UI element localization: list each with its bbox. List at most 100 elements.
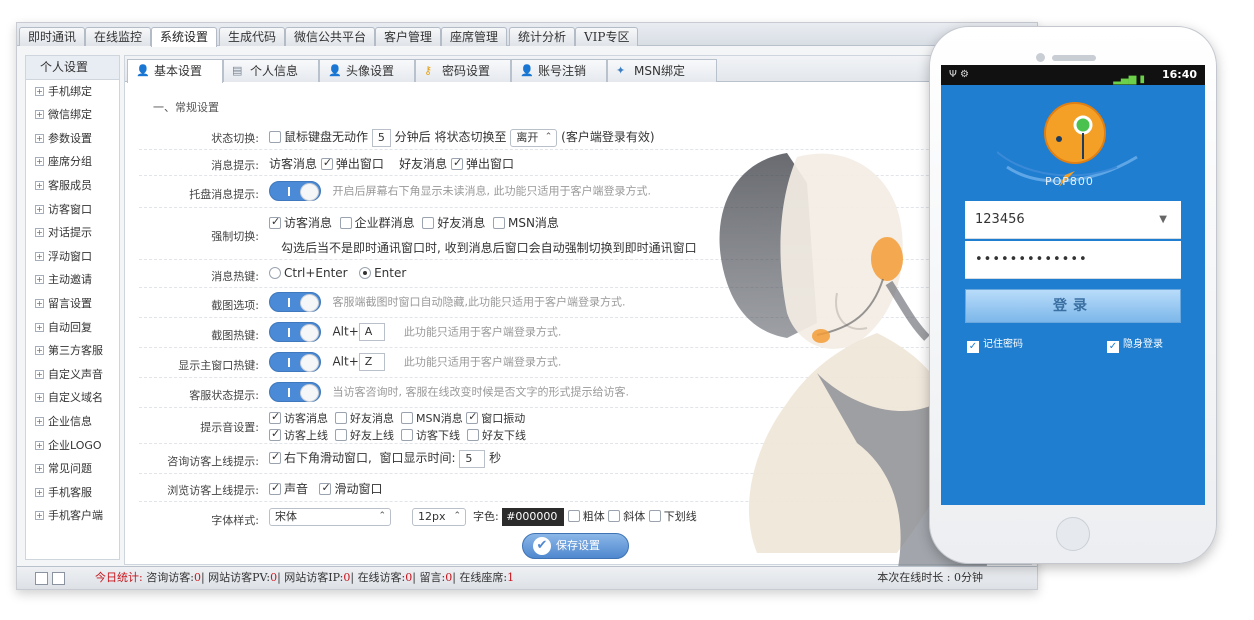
tray-toggle[interactable] <box>269 181 321 201</box>
tab-customers[interactable]: 客户管理 <box>375 27 442 46</box>
sidebar-item[interactable]: + 手机客户端 <box>26 504 119 528</box>
sidebar-item-personal[interactable]: 个人设置 <box>26 56 119 80</box>
desktop-window: 即时通讯 在线监控 系统设置 生成代码 微信公共平台 客户管理 座席管理 统计分… <box>16 22 1038 590</box>
value: 开启后屏幕右下角显示未读消息, 此功能只适用于客户端登录方式. <box>269 181 651 201</box>
visitor-popup-checkbox[interactable] <box>320 156 333 170</box>
sound-shake-checkbox[interactable] <box>466 410 479 424</box>
italic-checkbox[interactable] <box>608 510 621 522</box>
remember-password-option[interactable]: ✓ 记住密码 <box>967 335 1023 353</box>
force-friend-checkbox[interactable] <box>422 217 435 229</box>
friend-popup-checkbox[interactable] <box>450 156 463 170</box>
tab-wechat[interactable]: 微信公共平台 <box>285 27 376 46</box>
display-seconds-input[interactable]: 5 <box>459 449 486 468</box>
screenshot-toggle[interactable] <box>269 292 321 312</box>
sidebar-item[interactable]: + 企业信息 <box>26 410 119 434</box>
sidebar-item[interactable]: + 浮动窗口 <box>26 245 119 269</box>
enter-radio[interactable] <box>359 267 372 279</box>
font-family-select[interactable]: 宋体 <box>269 508 391 526</box>
force-visitor-checkbox[interactable] <box>269 215 281 229</box>
screenshot-key-toggle[interactable] <box>269 322 321 342</box>
sidebar-item[interactable]: + 常见问题 <box>26 457 119 481</box>
sound-visitor-offline-checkbox[interactable] <box>401 429 413 441</box>
msn-icon: ✦ <box>616 64 626 77</box>
sound-visitor-msg-checkbox[interactable] <box>269 410 281 424</box>
sound-friend-offline-checkbox[interactable] <box>467 429 479 441</box>
row-font: 字体样式: 宋体 12px 字色: #000000 粗体 斜体 下划线 <box>139 502 1019 532</box>
status-select[interactable]: 离开 <box>510 128 558 147</box>
key-icon: ⚷ <box>424 64 433 77</box>
row-browse-online: 浏览访客上线提示: 声音 滑动窗口 <box>139 474 1019 502</box>
value: 声音 滑动窗口 <box>269 480 382 497</box>
sound-friend-msg-checkbox[interactable] <box>335 412 347 424</box>
idle-checkbox[interactable] <box>269 131 281 143</box>
consult-slide-checkbox[interactable] <box>269 450 281 464</box>
sidebar-item[interactable]: + 参数设置 <box>26 127 119 151</box>
sidebar-item[interactable]: + 留言设置 <box>26 292 119 316</box>
label: 状态切换: <box>211 132 259 145</box>
sound-visitor-online-checkbox[interactable] <box>269 427 281 441</box>
tab-settings[interactable]: 系统设置 <box>151 27 218 47</box>
sidebar-item[interactable]: + 自定义域名 <box>26 386 119 410</box>
tab-avatar[interactable]: 👤 头像设置 <box>319 59 415 82</box>
browse-slide-checkbox[interactable] <box>319 481 332 495</box>
ctrl-enter-radio[interactable] <box>269 267 281 279</box>
tab-monitor[interactable]: 在线监控 <box>85 27 152 46</box>
home-button[interactable] <box>1056 517 1090 551</box>
font-color-input[interactable]: #000000 <box>502 508 565 526</box>
dropdown-icon[interactable]: ▼ <box>1159 201 1167 239</box>
sidebar-item[interactable]: + 对话提示 <box>26 221 119 245</box>
underline-checkbox[interactable] <box>648 510 661 522</box>
expand-icon: + <box>35 416 44 426</box>
tab-msn[interactable]: ✦ MSN绑定 <box>607 59 717 82</box>
font-size-select[interactable]: 12px <box>411 508 466 526</box>
tab-password[interactable]: ⚷ 密码设置 <box>415 59 511 82</box>
sidebar-item[interactable]: + 客服成员 <box>26 174 119 198</box>
invisible-login-option[interactable]: ✓ 隐身登录 <box>1107 335 1163 353</box>
password-input[interactable]: ••••••••••••• <box>965 241 1181 279</box>
sidebar-item[interactable]: + 第三方客服 <box>26 339 119 363</box>
window-icon[interactable] <box>35 572 48 585</box>
expand-icon: + <box>35 322 44 332</box>
person-icon: 👤 <box>328 64 342 77</box>
sidebar-item[interactable]: + 主动邀请 <box>26 268 119 292</box>
sidebar-item[interactable]: + 企业LOGO <box>26 434 119 458</box>
main-key-toggle[interactable] <box>269 352 321 372</box>
expand-icon: + <box>35 464 44 474</box>
sidebar-item[interactable]: + 座席分组 <box>26 150 119 174</box>
top-tab-bar: 即时通讯 在线监控 系统设置 生成代码 微信公共平台 客户管理 座席管理 统计分… <box>17 23 1037 47</box>
sub-tab-bar: 👤 基本设置 ▤ 个人信息 👤 头像设置 ⚷ 密码设置 👤 账号注销 ✦ MSN绑定 <box>125 56 1031 83</box>
main-key-input[interactable]: Z <box>358 353 385 371</box>
login-button[interactable]: 登录 <box>965 289 1181 323</box>
tab-vip[interactable]: VIP专区 <box>575 27 639 46</box>
tab-basic-settings[interactable]: 👤 基本设置 <box>127 59 223 83</box>
cs-status-toggle[interactable] <box>269 382 321 402</box>
value: 访客上线 好友上线 访客下线 好友下线 <box>269 427 526 443</box>
sidebar-item[interactable]: + 自定义声音 <box>26 363 119 387</box>
save-button[interactable]: ✔ 保存设置 <box>522 533 629 559</box>
label: 客服状态提示: <box>189 389 259 402</box>
tab-logout[interactable]: 👤 账号注销 <box>511 59 607 82</box>
account-input[interactable]: 123456 ▼ <box>965 201 1181 239</box>
tab-personal-info[interactable]: ▤ 个人信息 <box>223 59 319 82</box>
browse-sound-checkbox[interactable] <box>269 481 281 495</box>
tab-im[interactable]: 即时通讯 <box>19 27 86 46</box>
sound-msn-checkbox[interactable] <box>401 412 413 424</box>
expand-icon: + <box>35 511 44 521</box>
force-group-checkbox[interactable] <box>339 217 352 229</box>
bold-checkbox[interactable] <box>567 510 580 522</box>
screenshot-key-input[interactable]: A <box>358 323 385 341</box>
split-window-icon[interactable] <box>52 572 65 585</box>
sidebar-item[interactable]: + 自动回复 <box>26 316 119 340</box>
sidebar-item[interactable]: + 手机绑定 <box>26 80 119 104</box>
force-msn-checkbox[interactable] <box>492 217 505 229</box>
sidebar-item[interactable]: + 微信绑定 <box>26 103 119 127</box>
tab-stats[interactable]: 统计分析 <box>509 27 576 46</box>
sidebar-item[interactable]: + 访客窗口 <box>26 198 119 222</box>
label: 强制切换: <box>211 230 259 243</box>
sound-friend-online-checkbox[interactable] <box>335 429 347 441</box>
expand-icon: + <box>35 440 44 450</box>
idle-minutes-input[interactable]: 5 <box>371 128 391 147</box>
tab-code[interactable]: 生成代码 <box>219 27 286 46</box>
sidebar-item[interactable]: + 手机客服 <box>26 481 119 505</box>
tab-agents[interactable]: 座席管理 <box>441 27 508 46</box>
